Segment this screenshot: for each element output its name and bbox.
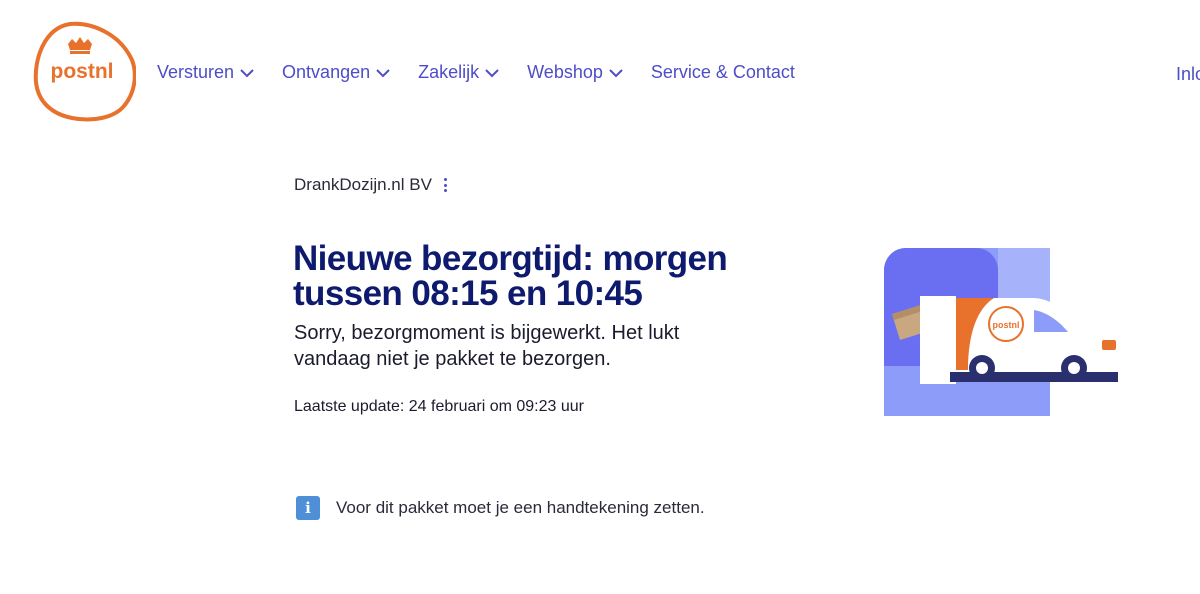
nav-service-contact-label: Service & Contact (650, 62, 795, 82)
more-options-icon[interactable] (442, 176, 450, 194)
chevron-down-icon (485, 68, 499, 77)
chevron-down-icon (240, 68, 254, 77)
nav-ontvangen[interactable]: Ontvangen (282, 62, 390, 83)
delivery-time-heading: Nieuwe bezorgtijd: morgen tussen 08:15 e… (293, 239, 728, 313)
sender-row: DrankDozijn.nl BV (294, 175, 450, 195)
last-update-text: Laatste update: 24 februari om 09:23 uur (294, 398, 584, 415)
chevron-down-icon (376, 68, 390, 77)
signature-notice: i Voor dit pakket moet je een handtekeni… (296, 496, 705, 520)
signature-notice-text: Voor dit pakket moet je een handtekening… (336, 498, 705, 517)
info-icon: i (296, 496, 320, 520)
login-link[interactable]: Inlo (1176, 64, 1200, 85)
nav-versturen-label: Versturen (157, 62, 235, 82)
logo-text: postnl (51, 60, 114, 83)
nav-webshop-label: Webshop (527, 62, 603, 82)
delivery-status-message: Sorry, bezorgmoment is bijgewerkt. Het l… (294, 322, 680, 370)
delivery-van-illustration: postnl (884, 248, 1118, 416)
nav-service-contact[interactable]: Service & Contact (651, 62, 795, 83)
nav-webshop[interactable]: Webshop (527, 62, 623, 83)
nav-ontvangen-label: Ontvangen (282, 62, 371, 82)
nav-versturen[interactable]: Versturen (157, 62, 254, 83)
postnl-logo[interactable]: postnl (30, 20, 136, 122)
nav-zakelijk[interactable]: Zakelijk (418, 62, 499, 83)
van-logo-text: postnl (993, 320, 1020, 330)
sender-name: DrankDozijn.nl BV (294, 175, 432, 194)
nav-zakelijk-label: Zakelijk (418, 62, 480, 82)
chevron-down-icon (609, 68, 623, 77)
site-header: postnl Versturen Ontvangen Zakelijk Webs… (0, 0, 1200, 150)
main-nav: Versturen Ontvangen Zakelijk Webshop Ser… (157, 62, 823, 83)
